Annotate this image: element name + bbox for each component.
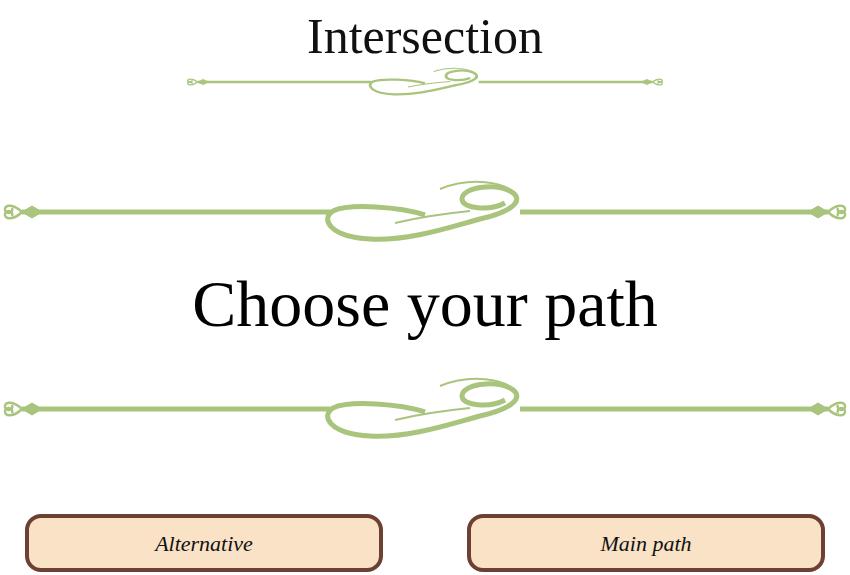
bottom-divider-icon <box>0 374 850 444</box>
top-divider-icon <box>0 177 850 247</box>
choice-heading: Choose your path <box>192 264 658 344</box>
scene-title: Intersection <box>307 0 543 66</box>
choice-button[interactable]: Main path <box>467 514 825 572</box>
title-divider-icon <box>185 66 665 98</box>
choice-buttons: Alternative Main path <box>0 514 850 572</box>
game-screen: Intersection Choose your path Alternative M… <box>0 0 850 575</box>
choice-button[interactable]: Alternative <box>25 514 383 572</box>
